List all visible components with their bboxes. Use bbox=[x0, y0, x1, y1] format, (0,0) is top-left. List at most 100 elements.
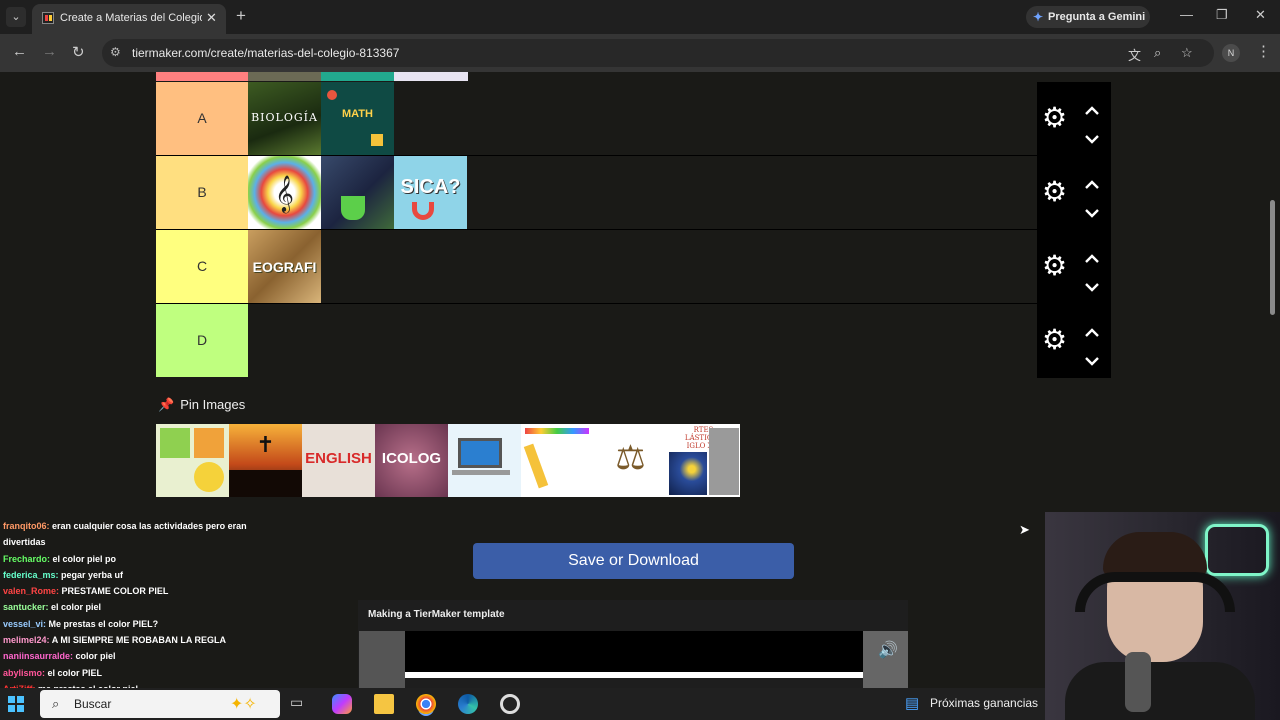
pushpin-icon: 📌 bbox=[158, 397, 175, 412]
profile-avatar[interactable]: N bbox=[1222, 44, 1240, 62]
bookmark-star-icon[interactable]: ☆ bbox=[1181, 45, 1193, 61]
tier-row-d: D ⚙ bbox=[156, 304, 1111, 378]
edge-icon[interactable] bbox=[458, 694, 478, 714]
treble-clef-icon: 𝄞 bbox=[275, 174, 294, 212]
close-tab-icon[interactable]: ✕ bbox=[206, 10, 217, 26]
window-close-icon[interactable]: ✕ bbox=[1255, 7, 1266, 23]
pool-item-technology[interactable] bbox=[156, 424, 229, 497]
tab-search-icon[interactable]: ⌄ bbox=[6, 7, 26, 27]
move-up-chevron-icon[interactable] bbox=[1085, 252, 1099, 266]
tab-bar: ⌄ Create a Materias del Colegio. T ✕ + ✦… bbox=[0, 0, 1280, 34]
tier-controls-b: ⚙ bbox=[1037, 156, 1111, 230]
tier-items-a[interactable]: BIOLOGÍA MATH bbox=[248, 82, 1037, 155]
taskbar-search-box[interactable]: ⌕ Buscar ✦✧ bbox=[40, 690, 280, 718]
tier-items-c[interactable]: EOGRAFI bbox=[248, 230, 1037, 303]
site-info-icon[interactable]: ⚙ bbox=[110, 45, 121, 59]
tier-s-item-partial[interactable] bbox=[394, 72, 468, 81]
tier-item-music[interactable]: 𝄞 bbox=[248, 156, 321, 229]
move-down-chevron-icon[interactable] bbox=[1085, 354, 1099, 368]
tier-items-d[interactable] bbox=[248, 304, 1037, 377]
chrome-icon[interactable] bbox=[416, 694, 436, 714]
tier-settings-gear-icon[interactable]: ⚙ bbox=[1042, 178, 1067, 206]
pin-images-label: Pin Images bbox=[180, 397, 246, 412]
move-down-chevron-icon[interactable] bbox=[1085, 132, 1099, 146]
task-view-icon[interactable]: ▭ bbox=[290, 694, 310, 714]
save-or-download-button[interactable]: Save or Download bbox=[473, 543, 794, 579]
tech-decoration bbox=[160, 428, 190, 458]
tier-row-a: A BIOLOGÍA MATH ⚙ bbox=[156, 82, 1111, 156]
chat-username: franqito06: bbox=[3, 521, 53, 531]
scales-icon: ⚖ bbox=[615, 439, 646, 477]
tier-settings-gear-icon[interactable]: ⚙ bbox=[1042, 104, 1067, 132]
tier-controls-a: ⚙ bbox=[1037, 82, 1111, 156]
obs-icon[interactable] bbox=[500, 694, 520, 714]
ad-video-player[interactable] bbox=[405, 631, 863, 678]
zoom-icon[interactable]: ⌕ bbox=[1154, 45, 1161, 61]
reload-icon[interactable]: ↻ bbox=[72, 43, 85, 61]
pool-item-religion[interactable]: ✝ bbox=[229, 424, 302, 497]
chat-message: federica_ms: pegar yerba uf bbox=[0, 567, 280, 583]
url-text: tiermaker.com/create/materias-del-colegi… bbox=[132, 46, 400, 60]
tier-label-d[interactable]: D bbox=[156, 304, 248, 377]
chat-text: el color PIEL bbox=[47, 667, 103, 678]
address-bar[interactable]: ⚙ tiermaker.com/create/materias-del-cole… bbox=[102, 39, 1214, 67]
gemini-button[interactable]: ✦ Pregunta a Gemini bbox=[1026, 6, 1150, 28]
tier-label-a[interactable]: A bbox=[156, 82, 248, 155]
pool-item-psicologia[interactable]: ICOLOG bbox=[375, 424, 448, 497]
tier-items-b[interactable]: 𝄞 SICA? bbox=[248, 156, 1037, 229]
move-down-chevron-icon[interactable] bbox=[1085, 280, 1099, 294]
move-down-chevron-icon[interactable] bbox=[1085, 206, 1099, 220]
pool-item-school-supplies[interactable] bbox=[521, 424, 594, 497]
translate-icon[interactable]: ⽂ bbox=[1128, 45, 1141, 64]
streamer-hair bbox=[1103, 532, 1207, 576]
tier-item-fisica-text: SICA? bbox=[400, 176, 461, 198]
ad-video-side bbox=[359, 631, 405, 688]
taskbar-search-placeholder: Buscar bbox=[74, 697, 112, 711]
move-up-chevron-icon[interactable] bbox=[1085, 178, 1099, 192]
pool-item-computing[interactable] bbox=[448, 424, 521, 497]
tier-item-fisica[interactable]: SICA? bbox=[394, 156, 467, 229]
pool-item-english-text: ENGLISH bbox=[305, 450, 372, 467]
minimize-icon[interactable]: — bbox=[1180, 7, 1193, 22]
tier-controls-c: ⚙ bbox=[1037, 230, 1111, 304]
pool-item-artes-plasticas[interactable]: RTES LÁSTICAS IGLO XIX bbox=[667, 424, 740, 497]
tier-item-math[interactable]: MATH bbox=[321, 82, 394, 155]
tier-settings-gear-icon[interactable]: ⚙ bbox=[1042, 326, 1067, 354]
math-decoration bbox=[371, 134, 383, 146]
copilot-icon[interactable] bbox=[332, 694, 352, 714]
windows-start-icon[interactable] bbox=[8, 696, 24, 712]
tier-item-biologia[interactable]: BIOLOGÍA bbox=[248, 82, 321, 155]
restore-icon[interactable]: ❐ bbox=[1216, 7, 1228, 23]
chat-message: santucker: el color piel bbox=[0, 599, 280, 615]
browser-menu-icon[interactable]: ⋮ bbox=[1256, 42, 1271, 60]
file-explorer-icon[interactable] bbox=[374, 694, 394, 714]
back-icon[interactable]: ← bbox=[12, 43, 27, 60]
search-highlight-sparkle-icon: ✦✧ bbox=[230, 696, 257, 713]
tier-s-item-partial[interactable] bbox=[248, 72, 321, 81]
taskbar-news-earnings[interactable]: Próximas ganancias bbox=[930, 696, 1038, 710]
forward-icon[interactable]: → bbox=[42, 43, 57, 60]
sculpture-decoration bbox=[709, 428, 739, 495]
windows-taskbar: ⌕ Buscar ✦✧ ▭ ▤ Próximas ganancias bbox=[0, 688, 1045, 720]
active-tab[interactable]: Create a Materias del Colegio. T ✕ bbox=[32, 4, 226, 34]
tier-label-b[interactable]: B bbox=[156, 156, 248, 229]
page-scrollbar[interactable] bbox=[1270, 200, 1275, 315]
pin-images-heading[interactable]: 📌 Pin Images bbox=[158, 397, 245, 413]
chat-message: franqito06: eran cualquier cosa las acti… bbox=[0, 518, 280, 534]
volume-icon[interactable]: 🔊 bbox=[878, 640, 898, 660]
tier-controls-d: ⚙ bbox=[1037, 304, 1111, 378]
tier-s-item-partial[interactable] bbox=[321, 72, 394, 81]
tier-settings-gear-icon[interactable]: ⚙ bbox=[1042, 252, 1067, 280]
new-tab-icon[interactable]: + bbox=[236, 6, 246, 26]
move-up-chevron-icon[interactable] bbox=[1085, 104, 1099, 118]
pool-item-english[interactable]: ENGLISH bbox=[302, 424, 375, 497]
stream-chat-overlay: franqito06: eran cualquier cosa las acti… bbox=[0, 518, 280, 714]
pool-item-law[interactable]: ⚖ bbox=[594, 424, 667, 497]
tier-item-geografia[interactable]: EOGRAFI bbox=[248, 230, 321, 303]
ad-video-title[interactable]: Making a TierMaker template bbox=[368, 609, 505, 620]
chat-username: santucker: bbox=[3, 602, 52, 613]
move-up-chevron-icon[interactable] bbox=[1085, 326, 1099, 340]
tier-label-c[interactable]: C bbox=[156, 230, 248, 303]
tier-item-chemistry[interactable] bbox=[321, 156, 394, 229]
headphones bbox=[1075, 572, 1235, 612]
